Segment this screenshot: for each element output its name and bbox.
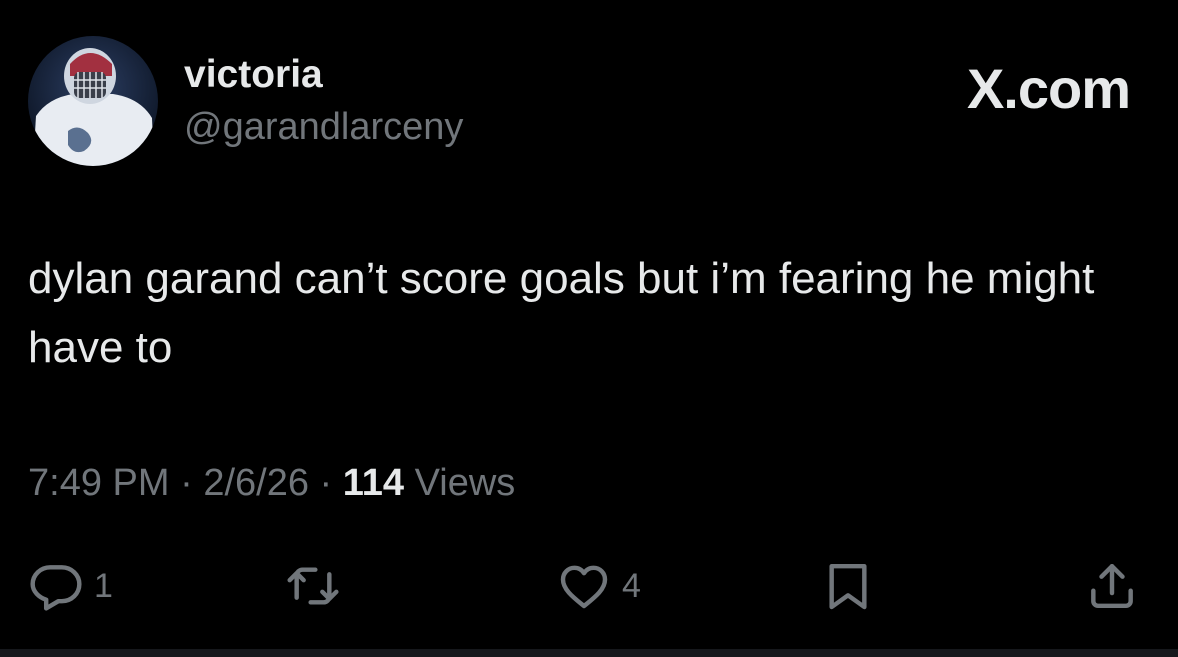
avatar[interactable] (28, 36, 158, 166)
share-icon (1091, 563, 1133, 609)
repost-button[interactable] (285, 558, 351, 614)
goalie-avatar-icon (28, 36, 158, 166)
reply-icon (30, 565, 82, 611)
like-count: 4 (622, 567, 641, 605)
display-name[interactable]: victoria (184, 52, 323, 98)
user-handle[interactable]: @garandlarceny (184, 104, 463, 150)
tweet-text: dylan garand can’t score goals but i’m f… (28, 254, 1095, 372)
meta-separator: · (169, 462, 204, 504)
share-button[interactable] (1084, 558, 1150, 614)
views-label: Views (404, 462, 516, 504)
brand-logo: X.com (966, 57, 1131, 120)
like-button[interactable]: 4 (556, 558, 641, 614)
reply-button[interactable]: 1 (28, 558, 113, 614)
reply-count: 1 (94, 567, 113, 605)
tweet-date[interactable]: 2/6/26 (203, 462, 309, 504)
action-bar: 1 4 (0, 558, 1178, 614)
tweet-time[interactable]: 7:49 PM (28, 462, 170, 504)
meta-separator: · (308, 462, 343, 504)
repost-icon (287, 567, 339, 605)
bookmark-button[interactable] (820, 558, 886, 614)
bookmark-icon (829, 563, 867, 610)
views-count: 114 (342, 462, 405, 504)
bottom-divider (0, 649, 1178, 657)
heart-icon (560, 565, 608, 609)
tweet-meta: 7:49 PM · 2/6/26 · 114 Views (28, 460, 515, 506)
